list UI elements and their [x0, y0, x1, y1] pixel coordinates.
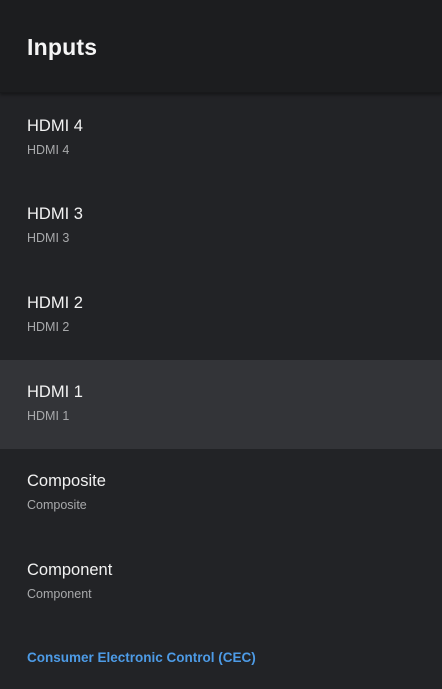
input-item-component[interactable]: Component Component [0, 538, 442, 627]
inputs-panel: Inputs HDMI 4 HDMI 4 HDMI 3 HDMI 3 HDMI … [0, 0, 442, 689]
input-item-subtitle: Composite [27, 498, 87, 512]
input-item-hdmi-3[interactable]: HDMI 3 HDMI 3 [0, 182, 442, 271]
input-item-title: HDMI 1 [27, 383, 83, 401]
input-item-title: HDMI 3 [27, 205, 83, 223]
input-item-subtitle: Component [27, 587, 92, 601]
input-item-hdmi-2[interactable]: HDMI 2 HDMI 2 [0, 271, 442, 360]
input-item-title: HDMI 4 [27, 117, 83, 135]
input-item-title: Component [27, 561, 113, 579]
page-title: Inputs [27, 33, 98, 60]
input-item-title: HDMI 2 [27, 294, 83, 312]
input-item-hdmi-1[interactable]: HDMI 1 HDMI 1 [0, 360, 442, 449]
input-item-subtitle: HDMI 1 [27, 409, 70, 423]
input-item-subtitle: HDMI 3 [27, 231, 70, 245]
panel-header: Inputs [0, 0, 442, 93]
input-item-hdmi-4[interactable]: HDMI 4 HDMI 4 [0, 93, 442, 182]
input-item-subtitle: HDMI 2 [27, 320, 70, 334]
input-item-subtitle: HDMI 4 [27, 143, 70, 157]
cec-settings-link[interactable]: Consumer Electronic Control (CEC) [27, 649, 256, 667]
input-list: HDMI 4 HDMI 4 HDMI 3 HDMI 3 HDMI 2 HDMI … [0, 93, 442, 627]
input-item-title: Composite [27, 472, 106, 490]
input-item-composite[interactable]: Composite Composite [0, 449, 442, 538]
